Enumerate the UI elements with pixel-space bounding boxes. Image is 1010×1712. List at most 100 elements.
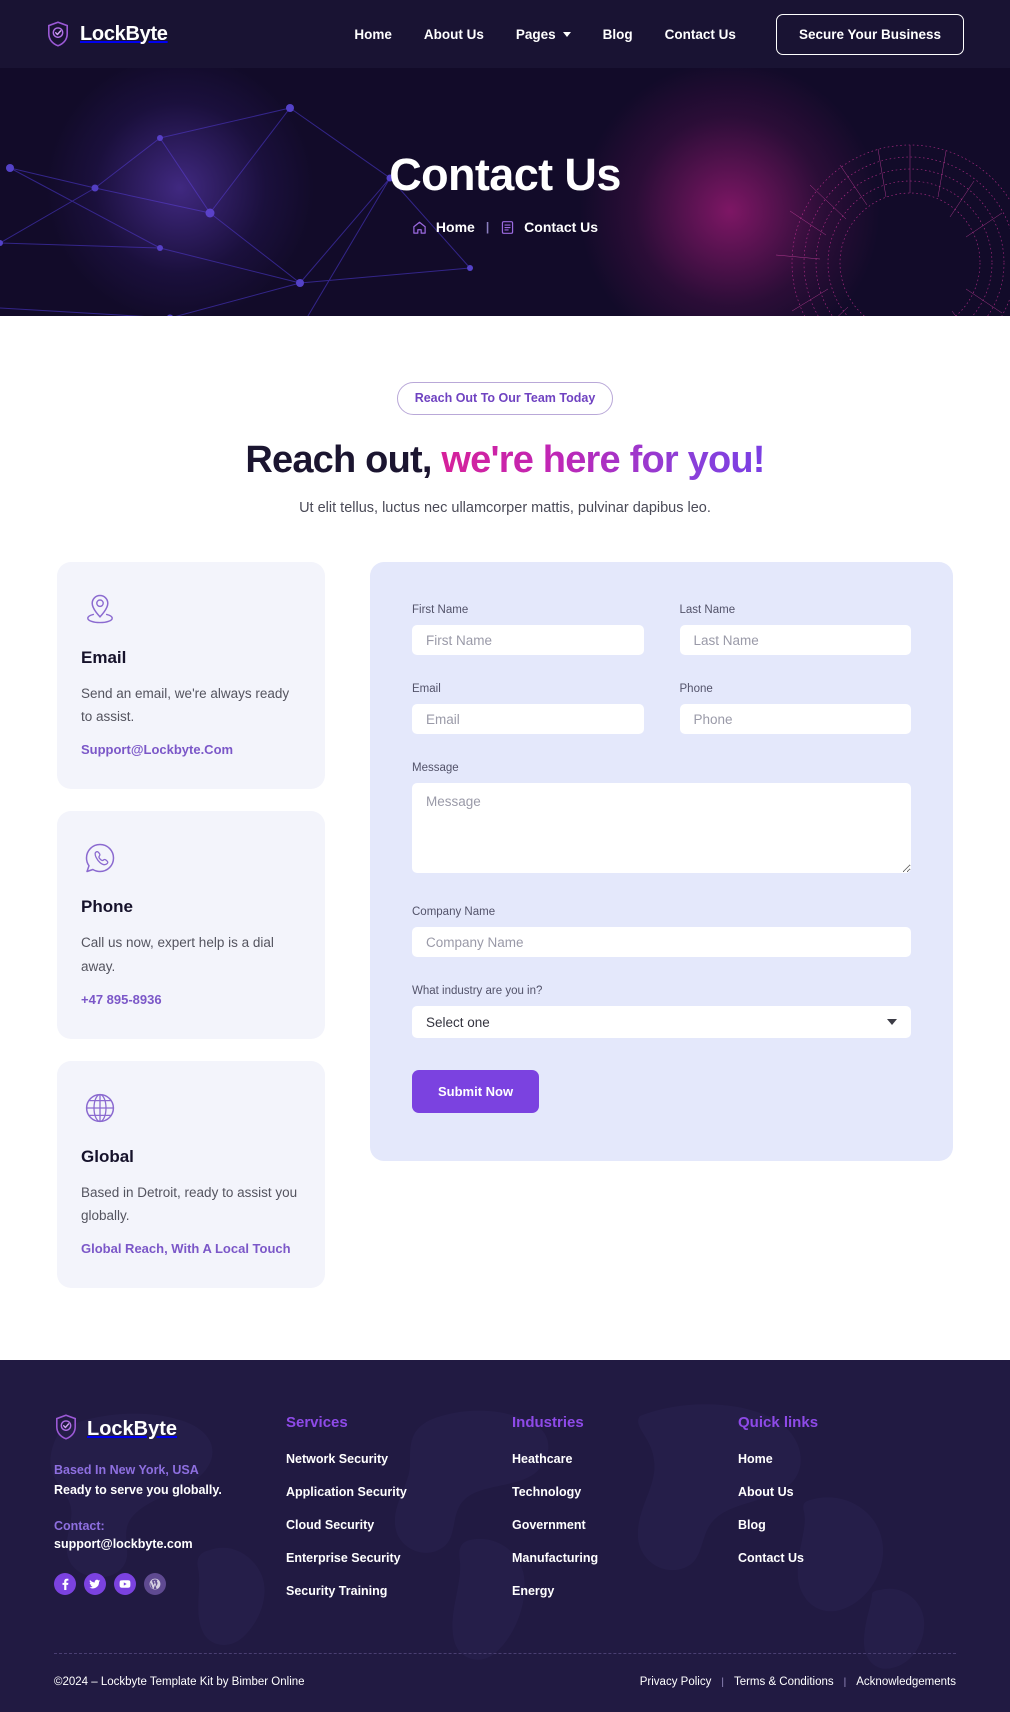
nav-label: Home	[354, 26, 392, 42]
first-name-input[interactable]	[412, 625, 644, 655]
field-message: Message	[412, 762, 911, 878]
breadcrumb-current: Contact Us	[524, 219, 599, 235]
field-industry: What industry are you in? Select one	[412, 985, 911, 1038]
nav-item-contact-us[interactable]: Contact Us	[649, 27, 752, 42]
nav-item-about-us[interactable]: About Us	[408, 27, 500, 42]
brand-logo[interactable]: LockByte	[46, 21, 168, 47]
wordpress-icon[interactable]	[144, 1573, 166, 1596]
acknowledgements-link[interactable]: Acknowledgements	[856, 1676, 956, 1688]
nav-label: Pages	[515, 26, 556, 42]
field-email: Email	[412, 683, 644, 734]
card-global-link[interactable]: Global Reach, With A Local Touch	[81, 1241, 291, 1256]
footer-tagline: Ready to serve you globally.	[54, 1483, 222, 1498]
footer-link[interactable]: Enterprise Security	[286, 1551, 512, 1565]
section-title-dark: Reach out,	[245, 439, 432, 481]
wireframe-torus-decoration	[775, 144, 1010, 316]
footer-bottom-bar: ©2024 – Lockbyte Template Kit by Bimber …	[54, 1654, 956, 1712]
page-title: Contact Us	[389, 149, 621, 200]
card-email-link[interactable]: Support@Lockbyte.Com	[81, 742, 233, 757]
footer-link[interactable]: Home	[738, 1452, 938, 1466]
contact-card-email: Email Send an email, we're always ready …	[57, 562, 325, 790]
footer-location: Based In New York, USA	[54, 1463, 199, 1478]
footer-brand-name: LockByte	[87, 1418, 178, 1441]
legal-separator: |	[721, 1676, 724, 1688]
email-input[interactable]	[412, 704, 644, 734]
footer-link[interactable]: Government	[512, 1518, 738, 1532]
company-name-label: Company Name	[412, 906, 496, 918]
terms-conditions-link[interactable]: Terms & Conditions	[734, 1676, 834, 1688]
nav-label: Contact Us	[664, 26, 736, 42]
industry-select[interactable]: Select one	[412, 1006, 911, 1038]
legal-separator: |	[843, 1676, 847, 1688]
field-first-name: First Name	[412, 604, 644, 655]
form-row-name: First Name Last Name	[412, 604, 911, 683]
shield-check-icon	[46, 21, 70, 47]
secure-your-business-button[interactable]: Secure Your Business	[775, 13, 964, 55]
contact-card-phone: Phone Call us now, expert help is a dial…	[57, 811, 325, 1039]
breadcrumb-home-link[interactable]: Home	[436, 219, 475, 235]
footer-brand-logo[interactable]: LockByte	[54, 1414, 286, 1445]
industry-select-wrapper: Select one	[412, 1006, 911, 1038]
legal-links: Privacy Policy | Terms & Conditions | Ac…	[640, 1676, 956, 1688]
form-row-contact: Email Phone	[412, 683, 911, 762]
footer-contact-label: Contact:	[54, 1519, 105, 1534]
footer-contact-email: support@lockbyte.com	[54, 1537, 193, 1552]
section-title: Reach out, we're here for you!	[0, 439, 1010, 482]
footer-column-services: Services Network Security Application Se…	[286, 1414, 512, 1617]
footer-column-quick-links: Quick links Home About Us Blog Contact U…	[738, 1414, 938, 1617]
card-phone-link[interactable]: +47 895-8936	[81, 992, 162, 1007]
nav-label: Blog	[602, 26, 633, 42]
footer-link[interactable]: Manufacturing	[512, 1551, 738, 1565]
footer-link[interactable]: Application Security	[286, 1485, 512, 1499]
message-textarea[interactable]	[412, 783, 911, 873]
nav-item-home[interactable]: Home	[338, 27, 408, 42]
contact-section: Reach Out To Our Team Today Reach out, w…	[0, 316, 1010, 1361]
breadcrumb-separator: |	[485, 220, 490, 234]
hero-glow-left	[40, 68, 320, 316]
footer-link[interactable]: Network Security	[286, 1452, 512, 1466]
card-description: Based in Detroit, ready to assist you gl…	[81, 1184, 298, 1224]
globe-icon	[81, 1089, 301, 1127]
section-subtitle: Ut elit tellus, luctus nec ullamcorper m…	[299, 500, 711, 516]
phone-call-icon	[81, 839, 301, 877]
card-description: Call us now, expert help is a dial away.	[81, 935, 274, 974]
footer-column-title: Quick links	[738, 1414, 819, 1432]
phone-input[interactable]	[679, 704, 911, 734]
nav-item-blog[interactable]: Blog	[587, 27, 649, 42]
card-title: Global	[81, 1146, 134, 1166]
footer-column-industries: Industries Heathcare Technology Governme…	[512, 1414, 738, 1617]
privacy-policy-link[interactable]: Privacy Policy	[640, 1676, 712, 1688]
youtube-icon[interactable]	[114, 1573, 136, 1596]
company-name-input[interactable]	[412, 927, 911, 957]
nav-label: About Us	[423, 26, 484, 42]
footer-link[interactable]: Blog	[738, 1518, 938, 1532]
last-name-label: Last Name	[679, 604, 736, 616]
shield-check-icon	[54, 1414, 78, 1445]
chevron-down-icon	[562, 31, 571, 37]
footer-link[interactable]: Contact Us	[738, 1551, 938, 1565]
document-icon	[500, 220, 515, 235]
footer-link[interactable]: Cloud Security	[286, 1518, 512, 1532]
footer-link[interactable]: Energy	[512, 1584, 738, 1598]
nav-item-pages[interactable]: Pages	[500, 27, 587, 42]
section-eyebrow-badge: Reach Out To Our Team Today	[396, 382, 614, 415]
twitter-icon[interactable]	[84, 1573, 106, 1596]
contact-info-cards: Email Send an email, we're always ready …	[57, 562, 325, 1289]
home-icon	[412, 220, 427, 235]
site-header: LockByte Home About Us Pages Blog Contac…	[0, 0, 1010, 68]
card-title: Email	[81, 648, 127, 667]
submit-now-button[interactable]: Submit Now	[412, 1070, 540, 1113]
industry-label: What industry are you in?	[412, 985, 543, 997]
footer-link[interactable]: Technology	[512, 1485, 738, 1499]
message-label: Message	[412, 762, 459, 774]
hero-banner: Contact Us Home | Contact Us	[0, 68, 1010, 316]
facebook-icon[interactable]	[54, 1573, 76, 1596]
footer-link[interactable]: Heathcare	[512, 1452, 738, 1466]
main-navigation: Home About Us Pages Blog Contact Us Secu…	[338, 13, 964, 55]
last-name-input[interactable]	[679, 625, 911, 655]
footer-link[interactable]: About Us	[738, 1485, 938, 1499]
social-links	[54, 1573, 286, 1596]
email-label: Email	[412, 683, 441, 695]
footer-link[interactable]: Security Training	[286, 1584, 512, 1598]
breadcrumb: Home | Contact Us	[412, 219, 598, 235]
